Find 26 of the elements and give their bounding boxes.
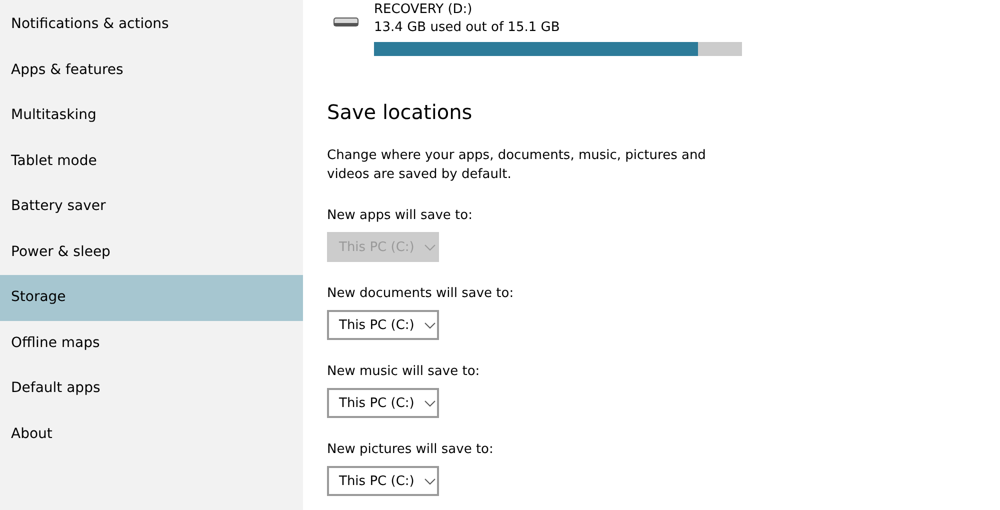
section-description: Change where your apps, documents, music, pictures and videos are saved by default.	[327, 147, 707, 184]
setting-label: New documents will save to:	[327, 285, 515, 303]
chevron-down-icon	[424, 478, 436, 484]
sidebar-item[interactable]: About	[0, 412, 303, 457]
sidebar-item[interactable]: Notifications & actions	[0, 2, 303, 48]
location-dropdown[interactable]: This PC (C:)	[327, 466, 439, 496]
section-heading: Save locations	[327, 99, 474, 126]
chevron-down-icon	[424, 400, 436, 406]
sidebar-item[interactable]: Battery saver	[0, 184, 303, 230]
sidebar-item[interactable]: Default apps	[0, 366, 303, 412]
sidebar-item[interactable]: Multitasking	[0, 93, 303, 138]
sidebar-item[interactable]: Storage	[0, 275, 303, 320]
location-dropdown[interactable]: This PC (C:)	[327, 388, 439, 418]
sidebar-item[interactable]: Power & sleep	[0, 230, 303, 275]
setting-label: New apps will save to:	[327, 207, 474, 225]
sidebar-item[interactable]: Tablet mode	[0, 138, 303, 184]
setting-label: New music will save to:	[327, 363, 481, 381]
sidebar-item[interactable]: Offline maps	[0, 320, 303, 366]
sidebar-item[interactable]: Apps & features	[0, 48, 303, 93]
chevron-down-icon	[424, 322, 436, 328]
drive-icon	[333, 16, 359, 28]
drive-name: RECOVERY (D:)	[374, 1, 474, 18]
setting-label: New pictures will save to:	[327, 441, 494, 459]
drive-usage: 13.4 GB used out of 15.1 GB	[374, 19, 561, 37]
chevron-down-icon	[424, 244, 436, 250]
location-dropdown[interactable]: This PC (C:)	[327, 310, 439, 340]
